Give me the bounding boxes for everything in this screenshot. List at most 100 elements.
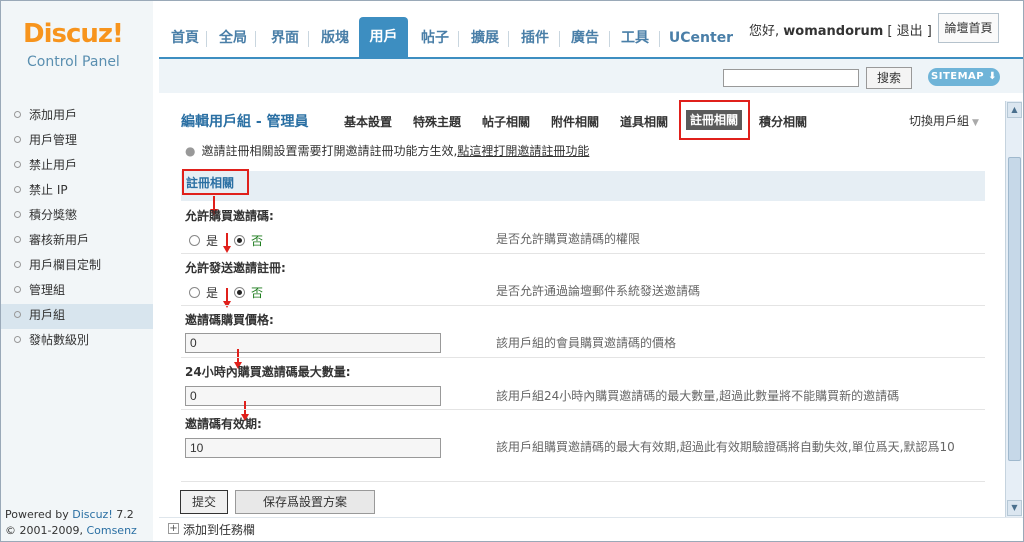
sidebar-item-user-management[interactable]: 用戶管理: [1, 129, 153, 154]
scroll-up-icon[interactable]: ▲: [1007, 102, 1022, 118]
sidebar-item-label: 添加用戶: [29, 108, 78, 122]
bullet-icon: [14, 236, 21, 243]
bullet-icon: [14, 111, 21, 118]
nav-divider: [255, 31, 256, 47]
bullet-icon: ●: [185, 144, 196, 158]
plus-icon[interactable]: +: [168, 523, 179, 534]
max-invites-24h-input[interactable]: [185, 386, 441, 406]
powered-by: Powered by Discuz! 7.2 © 2001-2009, Coms…: [5, 507, 153, 541]
enable-invite-link[interactable]: 點這裡打開邀請註冊功能: [457, 144, 589, 158]
subtab-basic[interactable]: 基本設置: [344, 113, 392, 130]
section-header: 註冊相關: [181, 169, 985, 201]
bullet-icon: [14, 311, 21, 318]
radio-no[interactable]: [234, 235, 246, 246]
sidebar: 添加用戶 用戶管理 禁止用戶 禁止 IP 積分獎懲 審核新用戶 用戶欄目定制 管…: [1, 95, 153, 541]
nav-divider: [206, 31, 207, 47]
nav-divider: [508, 31, 509, 47]
submit-button[interactable]: 提交: [180, 490, 228, 514]
nav-tab-interface[interactable]: 界面: [269, 25, 301, 58]
sidebar-item-profile-fields[interactable]: 用戶欄目定制: [1, 254, 153, 279]
radio-group-allow-send-invite: 是否: [189, 284, 279, 301]
logo-subtitle: Control Panel: [27, 54, 120, 70]
field-hint: 該用戶組24小時內購買邀請碼的最大數量,超過此數量將不能購買新的邀請碼: [496, 389, 900, 403]
save-plan-button[interactable]: 保存爲設置方案: [235, 490, 375, 514]
header: Discuz! Control Panel 首頁 全局 界面 版塊 用戶 帖子 …: [1, 1, 1023, 95]
scroll-thumb[interactable]: [1008, 157, 1021, 461]
notice-text: 邀請註冊相關設置需要打開邀請註冊功能方生效,: [201, 144, 458, 158]
nav-divider: [609, 31, 610, 47]
nav-tab-global[interactable]: 全局: [217, 25, 249, 58]
notice: ● 邀請註冊相關設置需要打開邀請註冊功能方生效,點這裡打開邀請註冊功能: [185, 142, 589, 159]
radio-yes[interactable]: [189, 235, 200, 246]
bullet-icon: [14, 286, 21, 293]
scrollbar[interactable]: ▲ ▼: [1005, 101, 1022, 517]
divider: [181, 409, 985, 410]
nav-tab-forums[interactable]: 版塊: [318, 25, 352, 58]
copyright: © 2001-2009,: [5, 524, 87, 537]
sidebar-item-label: 用戶欄目定制: [29, 258, 102, 272]
search-input[interactable]: [723, 69, 859, 87]
greeting: 您好,: [749, 24, 780, 39]
scroll-down-icon[interactable]: ▼: [1007, 500, 1022, 516]
divider: [181, 481, 985, 482]
admin-window: Discuz! Control Panel 首頁 全局 界面 版塊 用戶 帖子 …: [0, 0, 1024, 542]
subtab-credits[interactable]: 積分相關: [759, 113, 807, 130]
bullet-icon: [14, 261, 21, 268]
nav-tab-ads[interactable]: 廣告: [568, 25, 602, 58]
main-content: 編輯用戶組 - 管理員 基本設置 特殊主題 帖子相關 附件相關 道具相關 註冊相…: [159, 95, 1005, 517]
search-button[interactable]: 搜索: [866, 67, 912, 89]
sidebar-item-user-groups[interactable]: 用戶組: [1, 304, 153, 329]
username: womandorum: [783, 24, 884, 39]
sidebar-item-label: 發帖數級別: [29, 333, 90, 347]
field-label-invite-price: 邀請碼購買價格:: [185, 313, 274, 327]
sidebar-item-ban-user[interactable]: 禁止用戶: [1, 154, 153, 179]
nav-tab-posts[interactable]: 帖子: [419, 25, 451, 58]
logo[interactable]: Discuz! Control Panel: [1, 1, 153, 95]
red-arrow-icon: [222, 288, 232, 310]
field-hint: 該用戶組的會員購買邀請碼的價格: [496, 336, 677, 350]
invite-expiry-input[interactable]: [185, 438, 441, 458]
subtab-attachments[interactable]: 附件相關: [551, 113, 599, 130]
sidebar-item-ban-ip[interactable]: 禁止 IP: [1, 179, 153, 204]
nav-divider: [559, 31, 560, 47]
radio-no[interactable]: [234, 287, 246, 298]
radio-label-no: 否: [251, 234, 264, 248]
subtab-registration[interactable]: 註冊相關: [686, 110, 742, 130]
product-link[interactable]: Discuz!: [72, 508, 112, 521]
nav-tab-ucenter[interactable]: UCenter: [668, 25, 734, 58]
section-title[interactable]: 註冊相關: [186, 174, 234, 191]
logout-link[interactable]: [ 退出 ]: [887, 24, 931, 39]
subtab-registration-highlight: 註冊相關: [679, 100, 750, 140]
sidebar-item-label: 用戶管理: [29, 133, 78, 147]
invite-price-input[interactable]: [185, 333, 441, 353]
sitemap-button[interactable]: SITEMAP ⬇: [928, 68, 1000, 86]
field-hint: 該用戶組購買邀請碼的最大有效期,超過此有效期驗證碼將自動失效,單位爲天,默認爲1…: [496, 440, 955, 454]
add-to-taskbar-link[interactable]: 添加到任務欄: [183, 521, 255, 538]
radio-label-no: 否: [251, 286, 264, 300]
section-title-highlight: 註冊相關: [182, 169, 249, 195]
nav-tab-home[interactable]: 首頁: [169, 25, 201, 58]
user-info: 您好, womandorum [ 退出 ]: [749, 20, 932, 39]
nav-tab-tools[interactable]: 工具: [618, 25, 652, 58]
red-arrow-icon: [222, 233, 232, 255]
forum-home-button[interactable]: 論壇首頁: [938, 13, 999, 43]
sidebar-item-credits-reward[interactable]: 積分獎懲: [1, 204, 153, 229]
bullet-icon: [14, 211, 21, 218]
field-label-allow-send-invite: 允許發送邀請註冊:: [185, 261, 286, 275]
sidebar-item-moderate-new-users[interactable]: 審核新用戶: [1, 229, 153, 254]
logo-brand: Discuz!: [23, 19, 124, 49]
radio-yes[interactable]: [189, 287, 200, 298]
sidebar-item-add-user[interactable]: 添加用戶: [1, 104, 153, 129]
nav-tab-plugins[interactable]: 插件: [518, 25, 552, 58]
subtab-posts[interactable]: 帖子相關: [482, 113, 530, 130]
nav-tab-extensions[interactable]: 擴展: [468, 25, 502, 58]
switch-group-dropdown[interactable]: 切換用戶組 ▼: [909, 112, 979, 129]
version: 7.2: [112, 508, 134, 521]
radio-group-allow-buy-invite: 是否: [189, 232, 279, 249]
sidebar-item-admin-groups[interactable]: 管理組: [1, 279, 153, 304]
subtab-special-threads[interactable]: 特殊主題: [413, 113, 461, 130]
subtab-magic-items[interactable]: 道具相關: [620, 113, 668, 130]
sidebar-item-post-ranks[interactable]: 發帖數級別: [1, 329, 153, 354]
nav-tab-users[interactable]: 用戶: [359, 17, 408, 57]
search-bar: 搜索 SITEMAP ⬇: [159, 57, 1023, 93]
